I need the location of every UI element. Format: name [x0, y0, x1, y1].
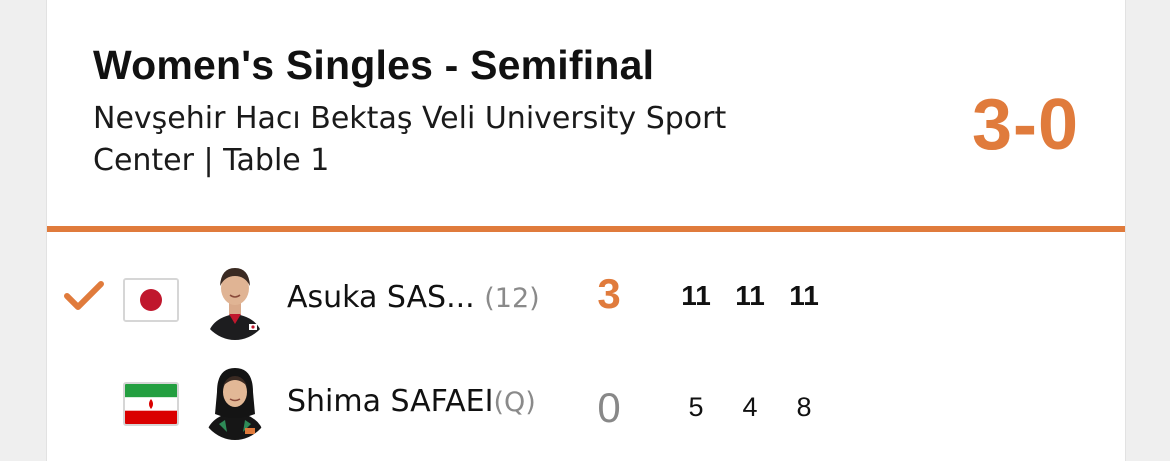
game-score: 4 — [742, 392, 758, 422]
player-name[interactable]: Asuka SAS... — [287, 280, 475, 315]
match-title: Women's Singles - Semifinal — [93, 42, 655, 88]
game-score: 11 — [681, 280, 711, 311]
checkmark-icon — [64, 281, 104, 310]
game-score: 11 — [789, 280, 819, 311]
header-divider — [47, 226, 1125, 232]
game-score: 8 — [796, 392, 812, 422]
sets-won: 0 — [597, 384, 621, 431]
japan-flag-icon — [123, 278, 179, 322]
player-avatar — [199, 362, 271, 440]
sets-won: 3 — [597, 270, 621, 317]
player-name-line[interactable]: Asuka SAS... (12) — [287, 280, 540, 315]
match-card[interactable]: Women's Singles - Semifinal Nevşehir Hac… — [46, 0, 1126, 461]
iran-flag-icon — [123, 382, 179, 426]
player-avatar — [199, 262, 271, 340]
game-score: 11 — [735, 280, 765, 311]
player-row-1[interactable]: Asuka SAS... (12) 3 11 11 11 — [47, 252, 1125, 342]
player-name-line[interactable]: Shima SAFAEI(Q) — [287, 384, 536, 419]
match-venue: Nevşehir Hacı Bektaş Veli University Spo… — [93, 101, 727, 178]
player-row-2[interactable]: Shima SAFAEI(Q) 0 5 4 8 — [47, 360, 1125, 450]
player-seed: (Q) — [493, 387, 536, 418]
final-score: 3-0 — [971, 85, 1079, 165]
player-name[interactable]: Shima SAFAEI — [287, 384, 493, 419]
game-score: 5 — [688, 392, 704, 422]
player-seed: (12) — [484, 283, 540, 314]
match-header: Women's Singles - Semifinal Nevşehir Hac… — [47, 0, 1125, 226]
